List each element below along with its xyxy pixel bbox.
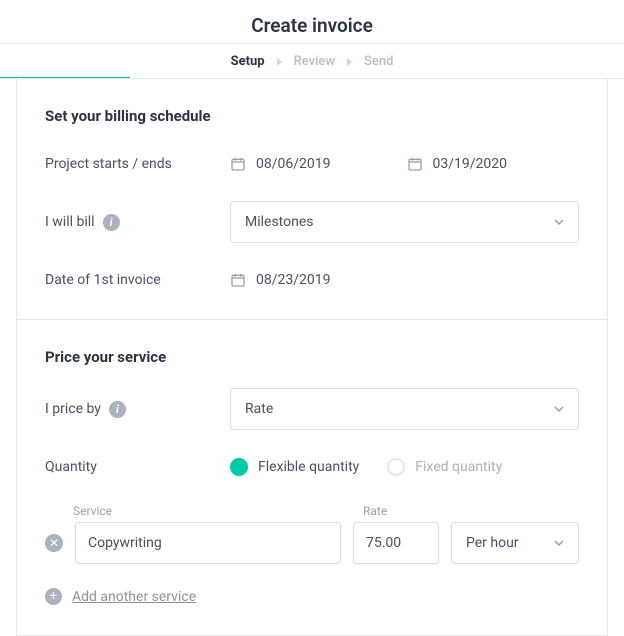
- price-by-select[interactable]: Rate: [230, 388, 579, 430]
- price-by-value: Rate: [245, 401, 273, 417]
- step-send[interactable]: Send: [364, 54, 393, 69]
- bill-by-label: I will bill: [45, 214, 95, 230]
- bill-method-value: Milestones: [245, 214, 314, 230]
- service-column-header: Service: [73, 504, 351, 518]
- radio-flexible-quantity[interactable]: Flexible quantity: [230, 458, 359, 476]
- billing-section-title: Set your billing schedule: [45, 107, 579, 125]
- step-review[interactable]: Review: [294, 54, 335, 69]
- add-service-label: Add another service: [72, 589, 196, 605]
- end-date-value: 03/19/2020: [433, 156, 508, 172]
- chevron-down-icon: [554, 404, 564, 414]
- chevron-right-icon: [277, 58, 282, 66]
- radio-dot-icon: [230, 458, 248, 476]
- first-invoice-field[interactable]: 08/23/2019: [230, 272, 331, 288]
- bill-method-select[interactable]: Milestones: [230, 201, 579, 243]
- page-title: Create invoice: [0, 0, 624, 43]
- end-date-field[interactable]: 03/19/2020: [407, 156, 508, 172]
- first-invoice-value: 08/23/2019: [256, 272, 331, 288]
- project-dates-label: Project starts / ends: [45, 156, 230, 172]
- price-by-label: I price by: [45, 401, 101, 417]
- pricing-section-title: Price your service: [45, 348, 579, 366]
- add-service-link[interactable]: + Add another service: [45, 588, 579, 605]
- stepper: Setup Review Send: [0, 44, 624, 77]
- radio-dot-icon: [387, 458, 405, 476]
- radio-fixed-label: Fixed quantity: [415, 459, 502, 475]
- calendar-icon: [407, 156, 423, 172]
- step-setup[interactable]: Setup: [231, 54, 265, 69]
- service-line: ✕ Per hour: [45, 522, 579, 564]
- start-date-value: 08/06/2019: [256, 156, 331, 172]
- close-icon: ✕: [49, 537, 59, 549]
- rate-column-header: Rate: [363, 504, 449, 518]
- calendar-icon: [230, 272, 246, 288]
- radio-flexible-label: Flexible quantity: [258, 459, 359, 475]
- remove-line-button[interactable]: ✕: [45, 534, 63, 552]
- calendar-icon: [230, 156, 246, 172]
- chevron-right-icon: [347, 58, 352, 66]
- first-invoice-label: Date of 1st invoice: [45, 272, 230, 288]
- radio-fixed-quantity[interactable]: Fixed quantity: [387, 458, 502, 476]
- quantity-label: Quantity: [45, 459, 230, 475]
- rate-unit-value: Per hour: [466, 535, 519, 551]
- start-date-field[interactable]: 08/06/2019: [230, 156, 331, 172]
- service-input[interactable]: [75, 522, 341, 564]
- info-icon[interactable]: i: [109, 401, 126, 418]
- chevron-down-icon: [554, 217, 564, 227]
- billing-section: Set your billing schedule Project starts…: [17, 79, 607, 319]
- rate-unit-select[interactable]: Per hour: [451, 522, 579, 564]
- pricing-section: Price your service I price by i Rate Q: [17, 319, 607, 635]
- rate-input[interactable]: [353, 522, 439, 564]
- info-icon[interactable]: i: [103, 214, 120, 231]
- chevron-down-icon: [554, 538, 564, 548]
- plus-icon: +: [45, 588, 62, 605]
